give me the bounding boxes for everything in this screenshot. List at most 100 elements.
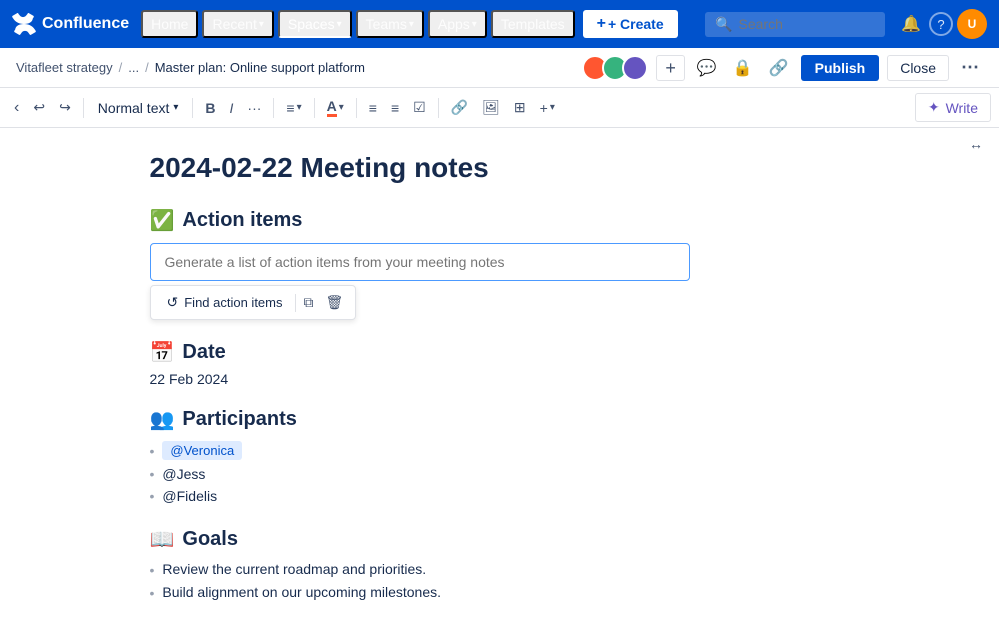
toolbar-separator-3 — [273, 98, 274, 118]
delete-icon: 🗑 — [326, 294, 344, 310]
redo-button[interactable]: ↪ — [53, 95, 77, 120]
participant-fidelis: @Fidelis — [162, 488, 217, 504]
participants-title: Participants — [182, 408, 296, 431]
search-input[interactable] — [739, 16, 859, 32]
section-date: 📅 Date 22 Feb 2024 — [150, 340, 850, 387]
insert-chevron-icon: ▾ — [550, 102, 555, 113]
expand-width-button[interactable]: ↔ — [969, 136, 983, 152]
participants-heading: 👥 Participants — [150, 407, 850, 432]
collapse-panel-button[interactable]: ‹ — [8, 95, 25, 121]
toolbar-separator-5 — [356, 98, 357, 118]
task-list-button[interactable]: ☑ — [407, 95, 432, 120]
user-avatar[interactable]: U — [957, 9, 987, 39]
lock-button[interactable]: 🔒 — [729, 54, 757, 82]
goal-2: Build alignment on our upcoming mileston… — [162, 584, 441, 600]
nav-teams[interactable]: Teams ▾ — [356, 10, 424, 38]
nav-recent[interactable]: Recent ▾ — [202, 10, 273, 38]
insert-icon: + — [540, 100, 548, 116]
breadcrumb-actions: + 💬 🔒 🔗 Publish Close ⋯ — [582, 53, 983, 82]
breadcrumb-bar: Vitafleet strategy / ... / Master plan: … — [0, 48, 999, 88]
find-action-items-button[interactable]: ↺ Find action items — [159, 290, 291, 315]
date-title: Date — [182, 341, 225, 364]
logo[interactable]: Confluence — [12, 12, 129, 36]
toolbar-separator-2 — [192, 98, 193, 118]
recent-chevron-icon: ▾ — [259, 19, 264, 30]
text-color-icon: A — [327, 98, 337, 117]
text-style-dropdown[interactable]: Normal text ▾ — [90, 96, 187, 120]
toolbar-separator-6 — [438, 98, 439, 118]
teams-chevron-icon: ▾ — [409, 19, 414, 30]
breadcrumb-home[interactable]: Vitafleet strategy — [16, 60, 113, 75]
toolbar-separator-4 — [314, 98, 315, 118]
confluence-logo-icon — [12, 12, 36, 36]
delete-ai-button[interactable]: 🗑 — [322, 290, 348, 315]
link-button[interactable]: 🔗 — [765, 54, 793, 82]
list-item: • Review the current roadmap and priorit… — [150, 558, 850, 581]
breadcrumb-sep1: / — [119, 60, 123, 75]
goals-emoji: 📖 — [150, 527, 175, 552]
image-button[interactable]: 🖼 — [476, 95, 506, 120]
bullet-icon: • — [150, 466, 155, 482]
text-color-button[interactable]: A ▾ — [321, 94, 350, 121]
editor-area: ↔ 2024-02-22 Meeting notes ✅ Action item… — [0, 128, 999, 622]
image-icon: 🖼 — [482, 99, 500, 116]
mention-veronica[interactable]: @Veronica — [162, 441, 242, 460]
ordered-icon: ≡ — [391, 100, 399, 116]
undo-button[interactable]: ↩ — [27, 95, 51, 120]
redo-icon: ↪ — [59, 99, 71, 116]
bold-button[interactable]: B — [199, 96, 221, 120]
write-button[interactable]: ✦ Write — [915, 93, 991, 122]
nav-spaces[interactable]: Spaces ▾ — [278, 10, 352, 38]
write-sparkle-icon: ✦ — [928, 99, 940, 116]
bullet-icon: • — [150, 443, 155, 459]
goals-heading: 📖 Goals — [150, 527, 850, 552]
bullet-icon: • — [150, 488, 155, 504]
italic-button[interactable]: I — [224, 96, 240, 120]
apps-chevron-icon: ▾ — [472, 19, 477, 30]
link-toolbar-button[interactable]: 🔗 — [445, 95, 474, 120]
action-items-emoji: ✅ — [150, 208, 175, 233]
search-icon: 🔍 — [715, 16, 732, 33]
refresh-icon: ↺ — [167, 294, 179, 311]
comment-icon: 💬 — [697, 58, 717, 78]
bullet-list-button[interactable]: ≡ — [363, 96, 383, 120]
lock-icon: 🔒 — [733, 58, 753, 78]
bullet-icon: • — [150, 562, 155, 578]
search-box[interactable]: 🔍 — [705, 12, 885, 37]
nav-templates[interactable]: Templates — [491, 10, 575, 38]
nav-icons-group: 🔔 ? U — [897, 9, 987, 39]
notifications-button[interactable]: 🔔 — [897, 10, 925, 38]
logo-text: Confluence — [42, 15, 129, 33]
table-button[interactable]: ⊞ — [508, 95, 532, 120]
nav-home[interactable]: Home — [141, 10, 198, 38]
more-formatting-button[interactable]: ··· — [241, 96, 267, 120]
create-button[interactable]: + + Create — [583, 10, 678, 38]
color-chevron-icon: ▾ — [339, 102, 344, 113]
alignment-button[interactable]: ≡ ▾ — [280, 96, 307, 120]
ai-toolbar: ↺ Find action items ⧉ 🗑 — [150, 285, 357, 320]
ai-action-items-input[interactable] — [150, 243, 690, 281]
avatar-initials: U — [968, 17, 977, 31]
bullet-icon: ≡ — [369, 100, 377, 116]
goals-list: • Review the current roadmap and priorit… — [150, 558, 850, 604]
breadcrumb-sep2: / — [145, 60, 149, 75]
nav-apps[interactable]: Apps ▾ — [428, 10, 487, 38]
breadcrumb-current: Master plan: Online support platform — [155, 60, 365, 75]
ordered-list-button[interactable]: ≡ — [385, 96, 405, 120]
add-collaborator-button[interactable]: + — [656, 55, 685, 81]
breadcrumb-ellipsis[interactable]: ... — [128, 60, 139, 75]
more-options-button[interactable]: ⋯ — [957, 53, 983, 82]
copy-ai-button[interactable]: ⧉ — [300, 290, 318, 315]
avatar-3[interactable] — [622, 55, 648, 81]
comment-button[interactable]: 💬 — [693, 54, 721, 82]
write-label: Write — [946, 100, 978, 116]
close-button[interactable]: Close — [887, 55, 949, 81]
task-icon: ☑ — [413, 99, 426, 116]
text-style-chevron-icon: ▾ — [173, 102, 178, 113]
expand-icon: ↔ — [969, 136, 983, 152]
italic-icon: I — [230, 100, 234, 116]
publish-button[interactable]: Publish — [801, 55, 880, 81]
help-button[interactable]: ? — [929, 12, 953, 36]
insert-button[interactable]: + ▾ — [534, 96, 561, 120]
copy-icon: ⧉ — [304, 294, 314, 310]
